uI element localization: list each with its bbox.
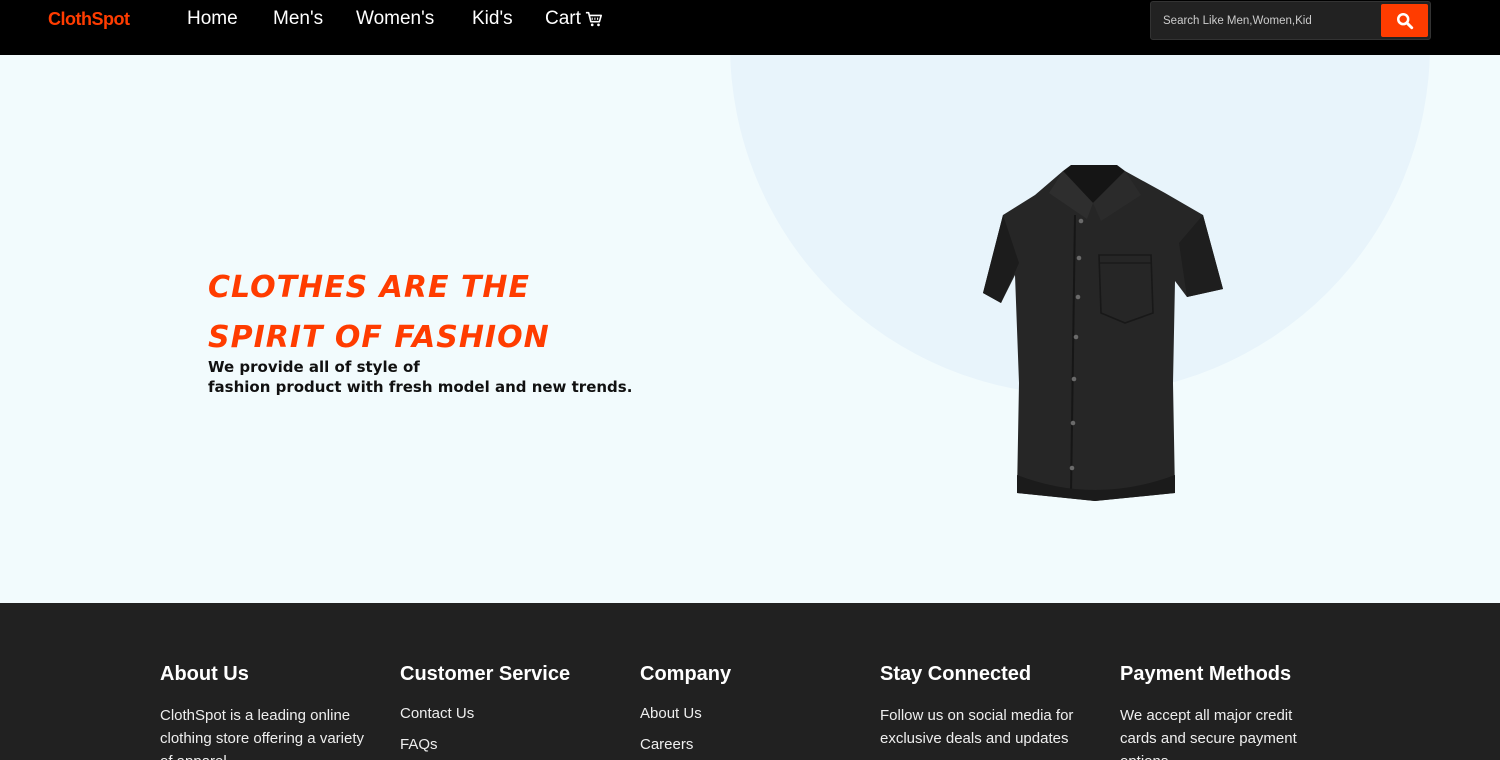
footer: About Us ClothSpot is a leading online c…	[0, 603, 1500, 760]
footer-about-title: About Us	[160, 663, 249, 685]
cart-icon	[585, 11, 602, 27]
footer-payment-column: Payment Methods We accept all major cred…	[1120, 663, 1330, 760]
search-button[interactable]	[1381, 4, 1428, 37]
hero-title: Clothes are the spirit of fashion	[208, 270, 550, 355]
footer-link-faqs[interactable]: FAQs	[400, 729, 610, 760]
footer-stay-connected-title: Stay Connected	[880, 663, 1032, 685]
footer-about-column: About Us ClothSpot is a leading online c…	[160, 663, 370, 760]
footer-customer-service-column: Customer Service Contact Us FAQs	[400, 663, 610, 760]
footer-company-column: Company About Us Careers	[640, 663, 850, 760]
footer-link-careers[interactable]: Careers	[640, 729, 850, 760]
hero-subtitle-line-2: fashion product with fresh model and new…	[208, 378, 633, 396]
search-icon	[1396, 12, 1413, 29]
footer-payment-title: Payment Methods	[1120, 663, 1292, 685]
footer-link-about-us[interactable]: About Us	[640, 698, 850, 729]
nav-link-womens[interactable]: Women's	[356, 8, 434, 30]
nav-link-mens[interactable]: Men's	[273, 8, 323, 30]
footer-stay-connected-text: Follow us on social media for exclusive …	[880, 707, 1074, 747]
footer-company-title: Company	[640, 663, 732, 685]
footer-customer-service-title: Customer Service	[400, 663, 571, 685]
nav-link-cart[interactable]: Cart	[545, 8, 603, 30]
nav-link-home[interactable]: Home	[187, 8, 238, 30]
navbar: ClothSpot Home Men's Women's Kid's Cart	[0, 0, 1500, 55]
black-shirt-image	[983, 165, 1223, 501]
cart-label: Cart	[545, 8, 581, 29]
search-bar	[1150, 1, 1431, 40]
footer-payment-text: We accept all major credit cards and sec…	[1120, 707, 1297, 760]
hero-section: Clothes are the spirit of fashion We pro…	[0, 55, 1500, 603]
footer-stay-connected-column: Stay Connected Follow us on social media…	[880, 663, 1090, 750]
brand-logo[interactable]: ClothSpot	[48, 9, 130, 30]
nav-link-kids[interactable]: Kid's	[472, 8, 513, 30]
footer-link-contact-us[interactable]: Contact Us	[400, 698, 610, 729]
footer-about-text: ClothSpot is a leading online clothing s…	[160, 707, 365, 760]
hero-subtitle-line-1: We provide all of style of	[208, 358, 420, 376]
search-input[interactable]	[1153, 4, 1379, 37]
hero-subtitle: We provide all of style of fashion produ…	[208, 357, 632, 397]
